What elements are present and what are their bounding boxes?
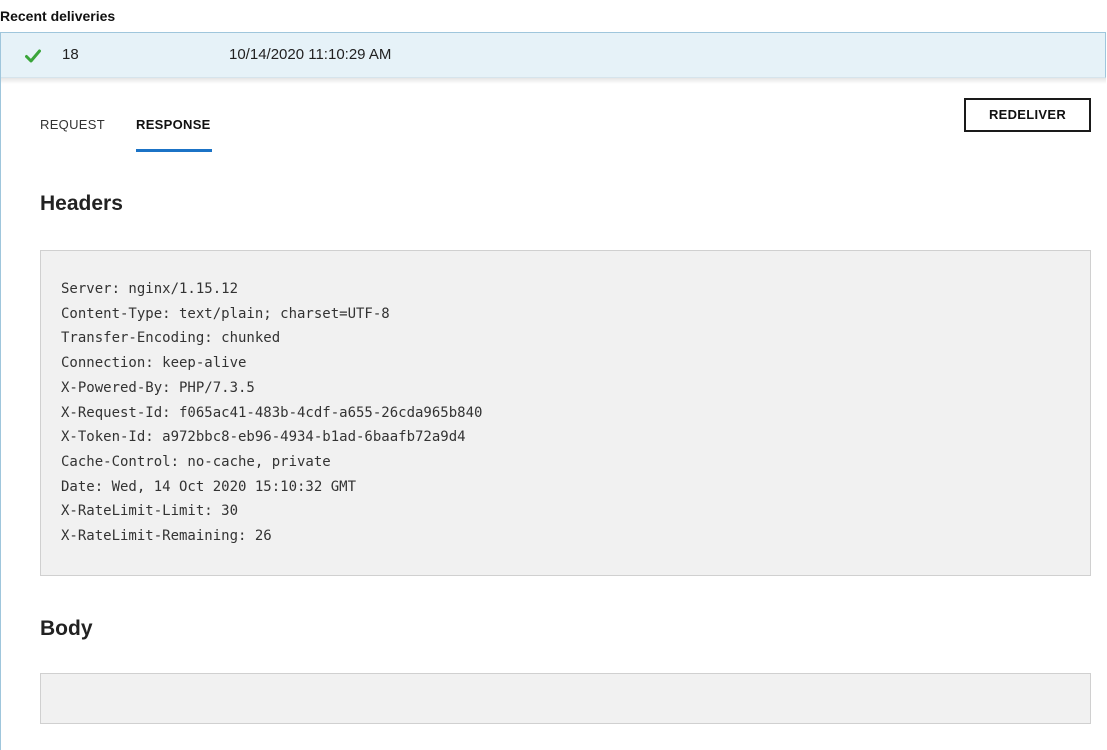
tab-request-label: REQUEST <box>40 117 105 132</box>
body-block <box>40 673 1091 724</box>
body-heading: Body <box>40 617 93 640</box>
header-line: Server: nginx/1.15.12 <box>61 281 239 297</box>
header-line: X-RateLimit-Remaining: 26 <box>61 528 272 545</box>
delivery-id: 18 <box>62 46 79 63</box>
recent-deliveries-title: Recent deliveries <box>0 8 116 24</box>
headers-heading: Headers <box>40 192 123 215</box>
header-line: Connection: keep-alive <box>61 355 247 372</box>
delivery-panel: 18 10/14/2020 11:10:29 AM REQUEST RESPON… <box>0 32 1106 750</box>
delivery-timestamp: 10/14/2020 11:10:29 AM <box>229 46 392 63</box>
header-line: X-Request-Id: f065ac41-483b-4cdf-a655-26… <box>61 404 483 421</box>
row-shadow <box>1 78 1106 84</box>
tab-response[interactable]: RESPONSE <box>136 117 212 153</box>
header-line: Cache-Control: no-cache, private <box>61 453 331 470</box>
header-line: Date: Wed, 14 Oct 2020 15:10:32 GMT <box>61 478 357 495</box>
redeliver-button[interactable]: REDELIVER <box>964 98 1091 132</box>
delivery-row[interactable]: 18 10/14/2020 11:10:29 AM <box>1 32 1106 78</box>
headers-block: Server: nginx/1.15.12 Content-Type: text… <box>40 250 1091 576</box>
tab-request[interactable]: REQUEST <box>40 117 105 153</box>
header-line: X-Token-Id: a972bbc8-eb96-4934-b1ad-6baa… <box>61 429 466 446</box>
header-line: X-RateLimit-Limit: 30 <box>61 503 239 520</box>
header-line: X-Powered-By: PHP/7.3.5 <box>61 379 255 396</box>
active-tab-indicator <box>136 149 212 152</box>
tab-response-label: RESPONSE <box>136 117 211 132</box>
header-line: Content-Type: text/plain; charset=UTF-8 <box>61 305 390 322</box>
check-icon <box>25 49 41 63</box>
header-line: Transfer-Encoding: chunked <box>61 330 281 347</box>
